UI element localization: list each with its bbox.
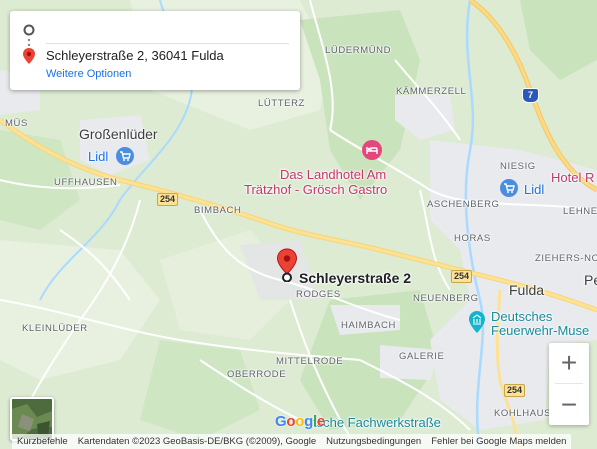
terms-link[interactable]: Nutzungsbedingungen <box>321 434 427 449</box>
poi-hotel-r[interactable]: Hotel R <box>551 170 594 186</box>
hotel-icon[interactable] <box>361 139 383 161</box>
town-fulda: Fulda <box>509 282 545 298</box>
poi-lidl-grossenlueder[interactable]: Lidl <box>88 149 108 165</box>
keyboard-shortcuts-link[interactable]: Kurzbefehle <box>12 434 73 449</box>
zoom-controls: + − <box>549 343 589 425</box>
town-grossenlueder: Großenlüder <box>79 126 158 142</box>
poi-lidl-fulda[interactable]: Lidl <box>524 182 544 198</box>
report-error-link[interactable]: Fehler bei Google Maps melden <box>426 434 572 449</box>
map-data-attribution: Kartendaten ©2023 GeoBasis-DE/BKG (©2009… <box>72 434 322 449</box>
satellite-thumbnail <box>12 399 52 439</box>
place-ziehers-nord: ZIEHERS-NORD <box>535 253 597 264</box>
museum-icon[interactable] <box>468 310 486 334</box>
place-mues: MÜS <box>5 118 28 129</box>
destination-pin-icon[interactable] <box>276 248 298 282</box>
place-oberrode: OBERRODE <box>227 369 287 380</box>
poi-fachwerkstrasse[interactable]: tsche Fachwerkstraße <box>313 415 441 431</box>
shopping-cart-icon[interactable] <box>115 146 135 166</box>
destination-pin-icon <box>23 48 35 64</box>
place-luetterz: LÜTTERZ <box>258 98 305 109</box>
road-254-shield: 254 <box>451 270 473 283</box>
place-luedermuend: LÜDERMÜND <box>325 45 392 56</box>
place-bimbach: BIMBACH <box>194 205 242 216</box>
place-aschenberg: ASCHENBERG <box>427 199 500 210</box>
map-footer: Kurzbefehle Kartendaten ©2023 GeoBasis-D… <box>0 434 597 449</box>
place-lehnerz: LEHNER <box>563 206 597 217</box>
poi-hotel-line2[interactable]: Trätzhof - Grösch Gastro <box>244 182 387 198</box>
poi-hotel-line1[interactable]: Das Landhotel Am <box>280 167 386 183</box>
destination-field[interactable]: Schleyerstraße 2, 36041 Fulda <box>46 48 224 63</box>
place-kaemmerzell: KÄMMERZELL <box>396 86 467 97</box>
place-kohlhaus: KOHLHAUS <box>494 408 552 419</box>
road-254-shield: 254 <box>157 193 179 206</box>
place-niesig: NIESIG <box>500 161 536 172</box>
directions-card: Schleyerstraße 2, 36041 Fulda Weitere Op… <box>10 11 300 90</box>
road-254-shield: 254 <box>504 384 526 397</box>
place-haimbach: HAIMBACH <box>341 320 396 331</box>
zoom-out-button[interactable]: − <box>549 385 589 425</box>
zoom-divider <box>555 383 583 384</box>
place-galerie: GALERIE <box>399 351 445 362</box>
place-rodges: RODGES <box>296 289 341 300</box>
town-pe: Pe <box>584 272 597 288</box>
place-uffhausen: UFFHAUSEN <box>54 177 118 188</box>
place-neuenberg: NEUENBERG <box>413 293 479 304</box>
place-horas: HORAS <box>454 233 491 244</box>
pin-label: Schleyerstraße 2 <box>299 270 412 286</box>
place-kleinlueder: KLEINLÜDER <box>22 323 88 334</box>
more-options-link[interactable]: Weitere Optionen <box>46 68 131 80</box>
zoom-in-button[interactable]: + <box>549 343 589 383</box>
google-logo: Google <box>275 413 325 430</box>
poi-museum-line2[interactable]: Feuerwehr-Muse <box>491 323 589 339</box>
origin-input[interactable] <box>46 17 289 44</box>
place-mittelrode: MITTELRODE <box>276 356 344 367</box>
autobahn-a7-shield: 7 <box>522 88 539 103</box>
shopping-cart-icon[interactable] <box>499 178 519 198</box>
origin-icon <box>23 24 35 36</box>
